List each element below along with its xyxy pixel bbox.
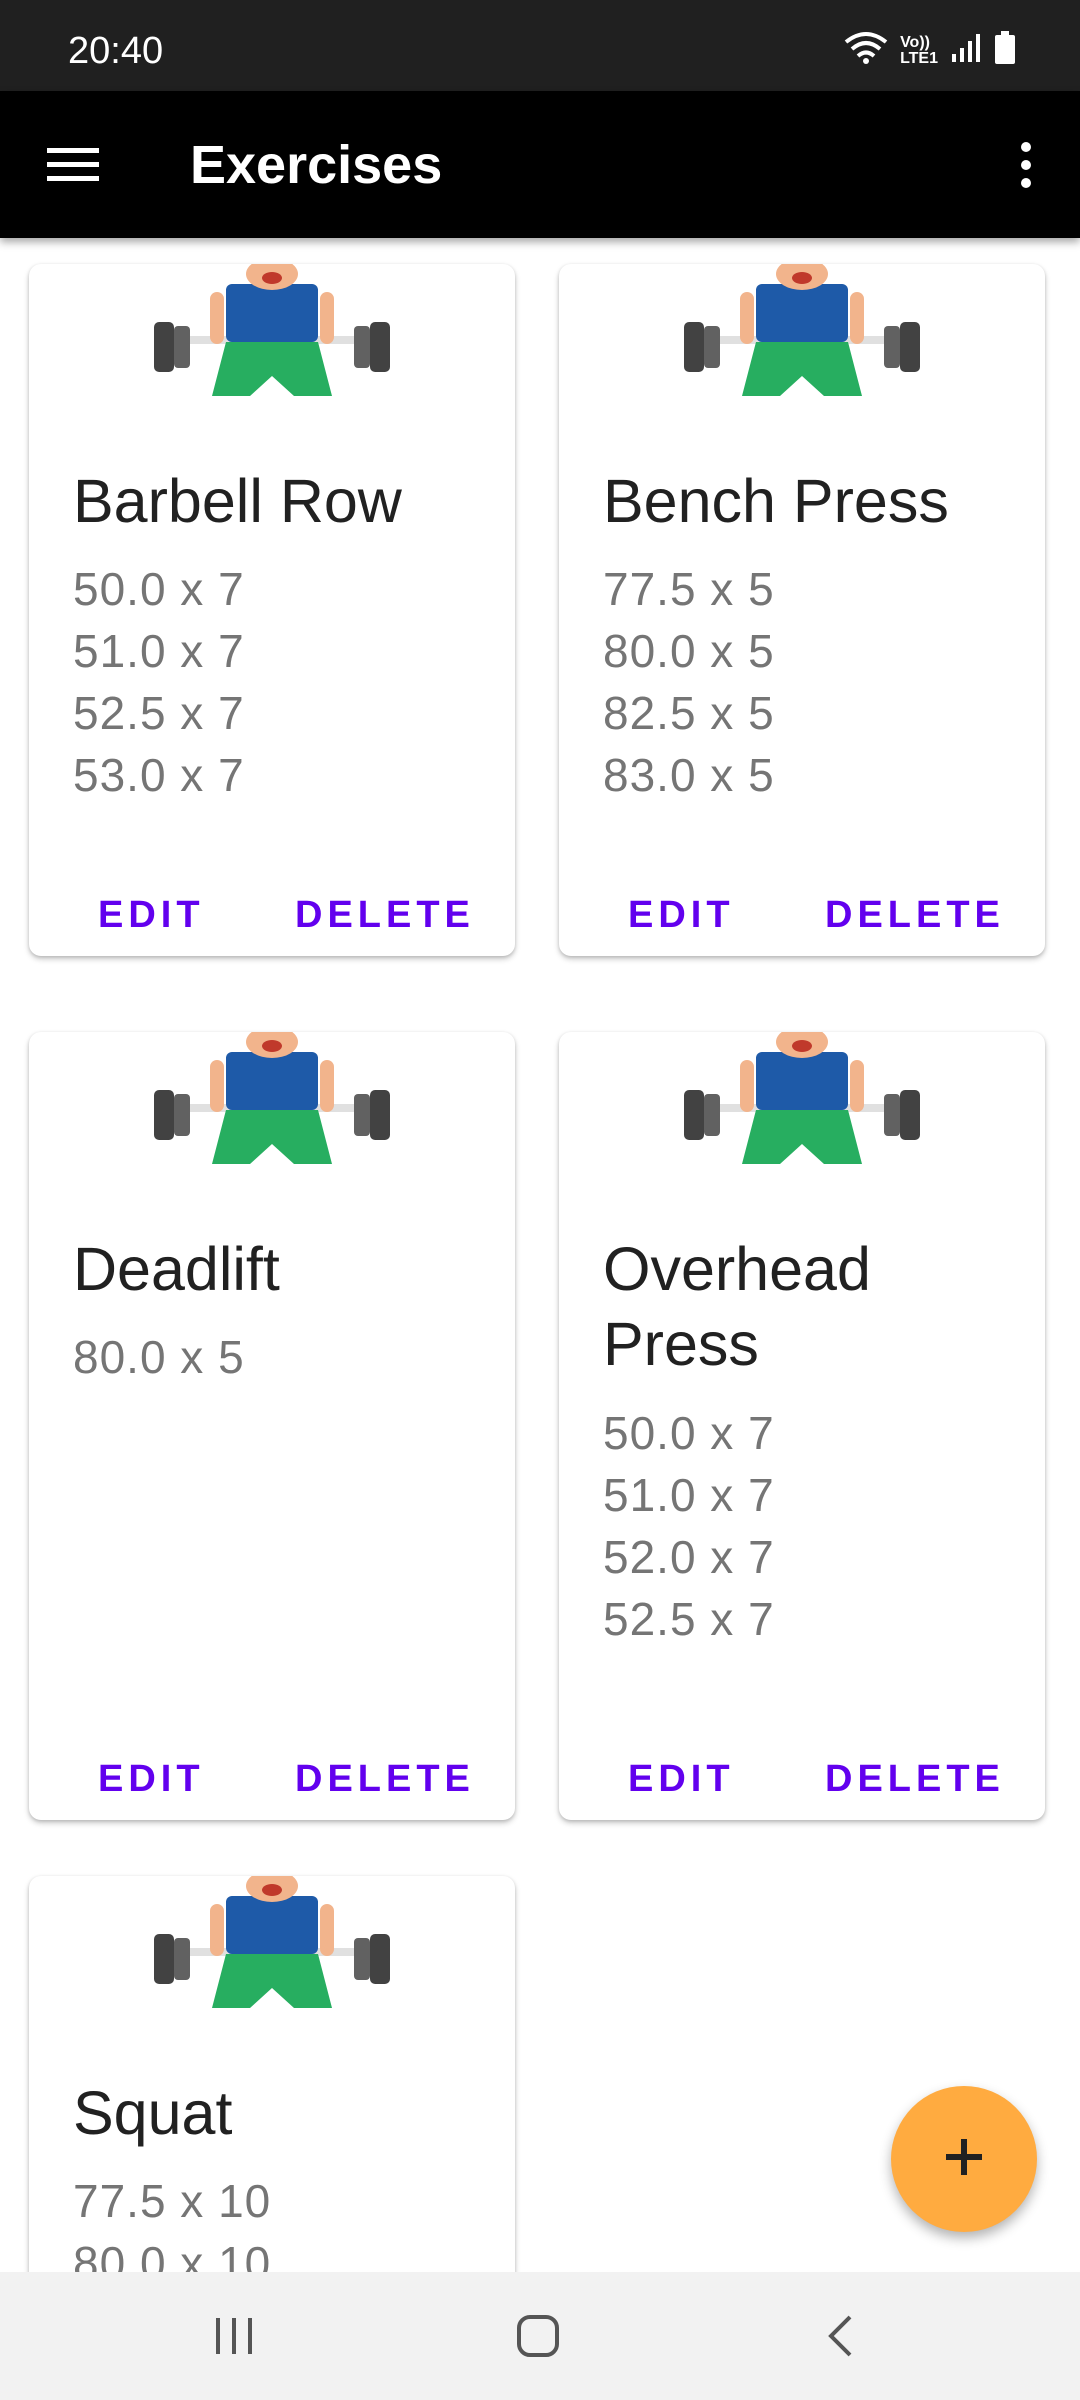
exercise-sets: 77.5 x 10 80.0 x 10 xyxy=(73,2170,271,2272)
exercise-name: Bench Press xyxy=(603,467,949,535)
weightlifter-icon xyxy=(559,264,1045,404)
set-entry: 53.0 x 7 xyxy=(73,749,245,801)
exercise-grid[interactable]: Barbell Row 50.0 x 7 51.0 x 7 52.5 x 7 5… xyxy=(0,238,1080,2272)
weightlifter-icon xyxy=(559,1032,1045,1172)
exercise-card[interactable]: Squat 77.5 x 10 80.0 x 10 xyxy=(29,1876,515,2272)
system-nav-bar xyxy=(0,2272,1080,2400)
lte-label: LTE1 xyxy=(900,49,938,67)
exercise-name: Squat xyxy=(73,2079,233,2147)
edit-button[interactable]: EDIT xyxy=(628,1758,735,1801)
set-entry: 80.0 x 5 xyxy=(73,1331,245,1383)
add-exercise-button[interactable] xyxy=(891,2086,1037,2232)
exercise-card[interactable]: Bench Press 77.5 x 5 80.0 x 5 82.5 x 5 8… xyxy=(559,264,1045,956)
set-entry: 52.5 x 7 xyxy=(73,687,245,739)
exercise-card[interactable]: Overhead Press 50.0 x 7 51.0 x 7 52.0 x … xyxy=(559,1032,1045,1820)
delete-button[interactable]: DELETE xyxy=(825,1758,1005,1801)
edit-button[interactable]: EDIT xyxy=(628,894,735,937)
weightlifter-icon xyxy=(29,1876,515,2016)
exercise-sets: 77.5 x 5 80.0 x 5 82.5 x 5 83.0 x 5 xyxy=(603,558,775,806)
more-vert-icon[interactable] xyxy=(996,130,1056,200)
set-entry: 52.5 x 7 xyxy=(603,1593,775,1645)
exercise-name: Overhead Press xyxy=(603,1235,871,1378)
exercise-card[interactable]: Barbell Row 50.0 x 7 51.0 x 7 52.5 x 7 5… xyxy=(29,264,515,956)
add-icon xyxy=(944,2137,984,2182)
page-title: Exercises xyxy=(190,135,443,195)
delete-button[interactable]: DELETE xyxy=(295,894,475,937)
exercise-name: Barbell Row xyxy=(73,467,402,535)
volte-label: Vo)) xyxy=(900,33,930,51)
hamburger-menu-icon[interactable] xyxy=(30,130,116,200)
delete-button[interactable]: DELETE xyxy=(295,1758,475,1801)
set-entry: 51.0 x 7 xyxy=(603,1469,775,1521)
edit-button[interactable]: EDIT xyxy=(98,1758,205,1801)
exercise-name: Deadlift xyxy=(73,1235,280,1303)
volte-lte-icon: Vo)) LTE1 xyxy=(900,33,938,67)
app-bar: Exercises xyxy=(0,91,1080,238)
weightlifter-icon xyxy=(29,264,515,404)
set-entry: 77.5 x 5 xyxy=(603,563,775,615)
set-entry: 80.0 x 5 xyxy=(603,625,775,677)
weightlifter-icon xyxy=(29,1032,515,1172)
set-entry: 52.0 x 7 xyxy=(603,1531,775,1583)
set-entry: 77.5 x 10 xyxy=(73,2175,272,2227)
status-icons: Vo)) LTE1 xyxy=(844,30,1016,71)
set-entry: 83.0 x 5 xyxy=(603,749,775,801)
battery-icon xyxy=(994,31,1016,70)
delete-button[interactable]: DELETE xyxy=(825,894,1005,937)
exercise-sets: 80.0 x 5 xyxy=(73,1326,245,1388)
set-entry: 51.0 x 7 xyxy=(73,625,245,677)
set-entry: 80.0 x 10 xyxy=(73,2237,272,2272)
exercise-sets: 50.0 x 7 51.0 x 7 52.0 x 7 52.5 x 7 xyxy=(603,1402,775,1650)
exercise-sets: 50.0 x 7 51.0 x 7 52.5 x 7 53.0 x 7 xyxy=(73,558,245,806)
wifi-icon xyxy=(844,30,888,71)
exercise-card[interactable]: Deadlift 80.0 x 5 EDIT DELETE xyxy=(29,1032,515,1820)
set-entry: 50.0 x 7 xyxy=(603,1407,775,1459)
home-icon[interactable] xyxy=(478,2296,598,2376)
back-icon[interactable] xyxy=(780,2296,900,2376)
edit-button[interactable]: EDIT xyxy=(98,894,205,937)
status-time: 20:40 xyxy=(68,30,164,72)
recent-apps-icon[interactable] xyxy=(174,2296,294,2376)
signal-icon xyxy=(950,32,982,69)
set-entry: 82.5 x 5 xyxy=(603,687,775,739)
set-entry: 50.0 x 7 xyxy=(73,563,245,615)
status-bar: 20:40 Vo)) LTE1 xyxy=(0,0,1080,91)
